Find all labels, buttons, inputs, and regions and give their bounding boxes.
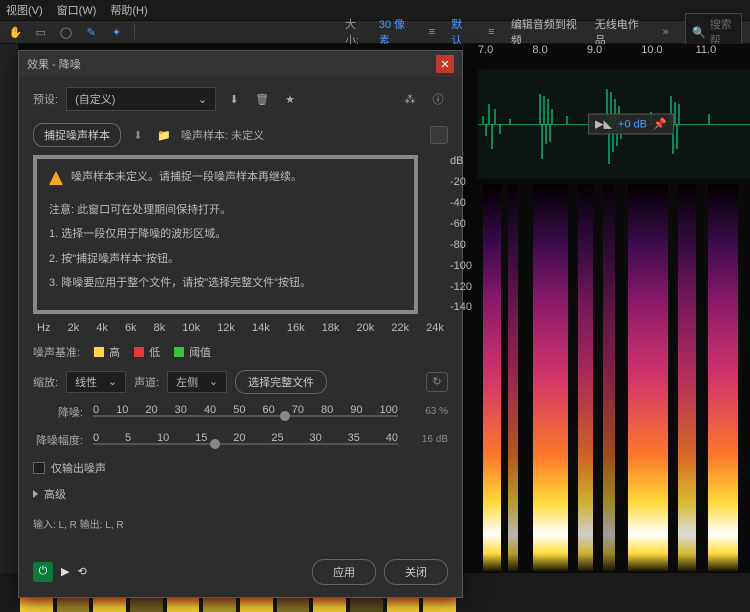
info-icon[interactable]: ⓘ <box>428 89 448 109</box>
noise-floor-legend: 噪声基准: 高 低 阈值 <box>33 344 448 360</box>
gain-control[interactable]: ▶◣ +0 dB 📌 <box>588 114 674 135</box>
preset-select[interactable]: (自定义) ⌄ <box>66 87 216 111</box>
chevron-right-icon <box>33 490 38 498</box>
gain-icon: ▶◣ <box>595 118 612 131</box>
favorite-icon[interactable]: ★ <box>280 89 300 109</box>
power-button[interactable]: ⏻ <box>33 562 53 582</box>
dialog-title: 效果 - 降噪 <box>27 56 81 72</box>
channel-select[interactable]: 左侧⌄ <box>167 371 227 393</box>
refresh-button[interactable]: ↻ <box>426 372 448 392</box>
warning-icon <box>49 171 63 185</box>
warn-text-5: 3. 降噪要应用于整个文件，请按"选择完整文件"按钮。 <box>49 275 402 292</box>
brush-tool-icon[interactable]: ✎ <box>84 24 99 40</box>
reduce-by-slider[interactable]: 05 1015 2025 3035 40 <box>93 432 398 448</box>
save-preset-icon[interactable]: ⬇ <box>224 89 244 109</box>
lasso-tool-icon[interactable]: ◯ <box>58 24 73 40</box>
gain-value[interactable]: +0 dB <box>618 118 647 130</box>
warn-text-4: 2. 按"捕捉噪声样本"按钮。 <box>49 251 402 268</box>
tick: 9.0 <box>587 44 641 64</box>
marquee-tool-icon[interactable]: ▭ <box>33 24 48 40</box>
tick: 7.0 <box>478 44 532 64</box>
hz-scale: Hz 2k4k 6k8k 10k12k 14k16k 18k20k 22k24k <box>33 322 448 334</box>
amp-value: 16 dB <box>408 434 448 445</box>
noise-reduction-dialog: 效果 - 降噪 ✕ 预设: (自定义) ⌄ ⬇ 🗑 ★ ⁂ ⓘ 捕捉噪声样本 ⬇… <box>18 50 463 598</box>
noise-reduction-slider[interactable]: 010 2030 4050 6070 8090 100 <box>93 404 398 420</box>
left-gutter <box>0 44 18 573</box>
nr-value: 63 % <box>408 406 448 417</box>
settings-icon[interactable]: ⁂ <box>400 89 420 109</box>
close-dialog-button[interactable]: 关闭 <box>384 559 448 585</box>
db-scale: dB-20 -40-60 -80-100 -120-140 <box>450 155 478 314</box>
menu-window[interactable]: 窗口(W) <box>57 2 97 18</box>
close-button[interactable]: ✕ <box>436 55 454 73</box>
warning-frame: 噪声样本未定义。请捕捉一段噪声样本再继续。 注意: 此窗口可在处理期间保持打开。… <box>33 155 418 314</box>
dialog-titlebar[interactable]: 效果 - 降噪 ✕ <box>19 51 462 77</box>
output-noise-checkbox[interactable] <box>33 462 45 474</box>
loop-button[interactable]: ⟲ <box>77 565 86 578</box>
scale-select[interactable]: 线性⌄ <box>66 371 126 393</box>
hand-tool-icon[interactable]: ✋ <box>8 24 23 40</box>
tick: 10.0 <box>641 44 695 64</box>
warn-text-3: 1. 选择一段仅用于降噪的波形区域。 <box>49 226 402 243</box>
channel-label: 声道: <box>134 374 159 390</box>
nr-label: 降噪: <box>33 404 83 420</box>
advanced-toggle[interactable]: 高级 <box>33 486 448 502</box>
pin-icon[interactable]: 📌 <box>653 118 667 131</box>
waveform[interactable]: ▶◣ +0 dB 📌 <box>478 69 750 179</box>
menu-icon[interactable]: ≡ <box>484 24 499 40</box>
search-icon: 🔍 <box>692 26 706 39</box>
chevron-down-icon: ⌄ <box>198 93 207 106</box>
warn-text-1: 噪声样本未定义。请捕捉一段噪声样本再继续。 <box>71 169 302 186</box>
apply-button[interactable]: 应用 <box>312 559 376 585</box>
separator <box>134 24 135 40</box>
spectrogram[interactable] <box>478 184 750 573</box>
select-entire-file-button[interactable]: 选择完整文件 <box>235 370 327 394</box>
list-icon[interactable]: ≡ <box>424 24 439 40</box>
warn-text-2: 注意: 此窗口可在处理期间保持打开。 <box>49 202 402 219</box>
heal-tool-icon[interactable]: ✦ <box>109 24 124 40</box>
delete-preset-icon[interactable]: 🗑 <box>252 89 272 109</box>
output-noise-label: 仅输出噪声 <box>51 460 106 476</box>
tick: 11.0 <box>696 44 750 64</box>
chevron-right-icon[interactable]: » <box>658 24 673 40</box>
save-icon[interactable]: ⬇ <box>129 126 147 144</box>
capture-noise-button[interactable]: 捕捉噪声样本 <box>33 123 121 147</box>
toggle-box[interactable] <box>430 126 448 144</box>
play-button[interactable]: ▶ <box>61 565 69 578</box>
menu-view[interactable]: 视图(V) <box>6 2 43 18</box>
folder-icon[interactable]: 📁 <box>155 126 173 144</box>
preset-label: 预设: <box>33 91 58 107</box>
scale-label: 缩放: <box>33 374 58 390</box>
menu-help[interactable]: 帮助(H) <box>110 2 147 18</box>
io-info: 输入: L, R 输出: L, R <box>33 516 448 531</box>
noise-sample-status: 噪声样本: 未定义 <box>181 127 264 143</box>
tick: 8.0 <box>532 44 586 64</box>
preset-value: (自定义) <box>75 91 115 107</box>
amp-label: 降噪幅度: <box>33 432 83 448</box>
toolbar: ✋ ▭ ◯ ✎ ✦ 大小: 30 像素 ≡ 默认 ≡ 编辑音频到视频 无线电作品… <box>0 20 750 44</box>
